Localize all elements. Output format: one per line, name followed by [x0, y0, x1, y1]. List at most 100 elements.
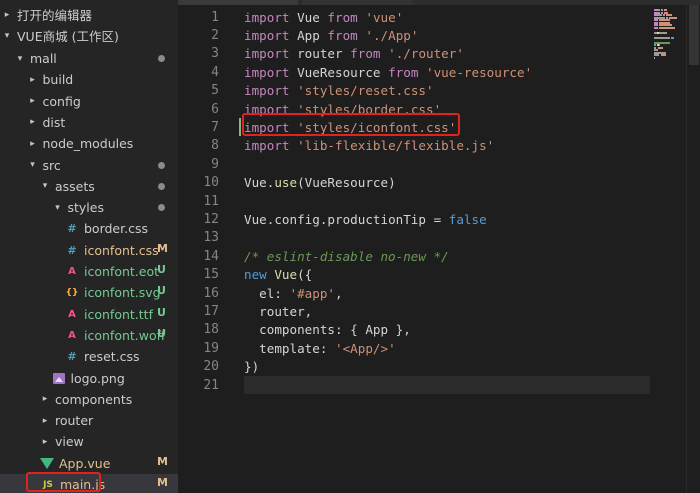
- code-text: import Vue from 'vue': [244, 10, 403, 25]
- tree-item-dist[interactable]: ▸ dist: [0, 112, 178, 133]
- code-token: ,: [335, 285, 343, 301]
- vertical-scrollbar[interactable]: [686, 5, 700, 493]
- tree-item-iconfont-eot[interactable]: Aiconfont.eot U: [0, 261, 178, 282]
- minimap-token: [671, 36, 674, 39]
- code-line[interactable]: 9: [178, 155, 650, 173]
- code-token: false: [448, 212, 487, 228]
- code-text: }): [244, 359, 259, 374]
- chevron-down-icon: ▾: [42, 181, 48, 192]
- code-line[interactable]: 16 el: '#app',: [178, 284, 650, 302]
- code-text: import 'lib-flexible/flexible.js': [244, 138, 494, 153]
- code-token: .config.productionTip: [266, 212, 434, 228]
- line-number: 6: [211, 101, 219, 117]
- css-file-icon: #: [67, 350, 77, 364]
- code-token: from: [388, 64, 419, 80]
- code-token: components: { App },: [244, 322, 411, 338]
- tree-item-view[interactable]: ▸ view: [0, 431, 178, 452]
- code-text: components: { App },: [244, 322, 411, 337]
- code-token: template:: [244, 340, 335, 356]
- code-line[interactable]: 3 import router from './router': [178, 45, 650, 63]
- code-line[interactable]: 8 import 'lib-flexible/flexible.js': [178, 137, 650, 155]
- chevron-right-icon: ▸: [30, 117, 35, 128]
- code-token: '#app': [289, 285, 336, 301]
- code-line[interactable]: 21: [178, 376, 650, 394]
- code-line[interactable]: 15 new Vue({: [178, 266, 650, 284]
- minimap-token: [662, 46, 663, 49]
- code-line[interactable]: 4 import VueResource from 'vue-resource': [178, 63, 650, 81]
- code-editor[interactable]: 1 import Vue from 'vue' 2 import App from '…: [178, 5, 653, 493]
- code-line[interactable]: 12 Vue.config.productionTip = false: [178, 210, 650, 228]
- tree-item-src[interactable]: ▾ src: [0, 155, 178, 176]
- line-number: 2: [211, 28, 219, 44]
- code-token: from: [327, 9, 358, 25]
- workspace-section[interactable]: ▾ VUE商城 (工作区): [0, 25, 178, 46]
- tree-item-app-vue[interactable]: App.vue M: [0, 453, 178, 474]
- chevron-right-icon: ▸: [42, 436, 48, 447]
- tree-item-iconfont-woff[interactable]: Aiconfont.woff U: [0, 325, 178, 346]
- code-token: el:: [244, 285, 290, 301]
- line-number: 17: [203, 304, 219, 320]
- code-line[interactable]: 18 components: { App },: [178, 321, 650, 339]
- code-token: Vue: [289, 9, 328, 25]
- tree-item-label: components: [55, 391, 133, 407]
- tree-item-label: router: [55, 413, 94, 429]
- chevron-right-icon: ▸: [30, 74, 35, 85]
- tree-item-router[interactable]: ▸ router: [0, 410, 178, 431]
- tree-item-config[interactable]: ▸ config: [0, 91, 178, 112]
- line-number: 15: [203, 267, 219, 283]
- chevron-down-icon: ▾: [55, 202, 60, 213]
- tree-item-border-css[interactable]: # border.css: [0, 218, 178, 239]
- code-line[interactable]: 10 Vue.use(VueResource): [178, 174, 650, 192]
- code-line[interactable]: 13: [178, 229, 650, 247]
- tree-item-logo-png[interactable]: logo.png: [0, 368, 178, 389]
- minimap-token: [656, 36, 669, 39]
- tree-item-components[interactable]: ▸ components: [0, 389, 178, 410]
- code-token: new: [244, 267, 267, 283]
- chevron-right-icon: ▸: [30, 138, 35, 149]
- code-line[interactable]: 1 import Vue from 'vue': [178, 8, 650, 26]
- code-token: App: [289, 28, 328, 44]
- code-token: router: [289, 46, 351, 62]
- tree-item-build[interactable]: ▸ build: [0, 69, 178, 90]
- code-token: './router': [388, 46, 464, 62]
- css-file-icon: #: [67, 243, 77, 257]
- code-line[interactable]: 5 import 'styles/reset.css': [178, 82, 650, 100]
- tree-item-label: mall: [30, 51, 57, 66]
- line-number: 11: [203, 193, 219, 209]
- font-file-icon: A: [68, 329, 76, 341]
- tree-item-assets[interactable]: ▾ assets: [0, 176, 178, 197]
- tree-item-iconfont-ttf[interactable]: Aiconfont.ttf U: [0, 304, 178, 325]
- css-file-icon: #: [67, 222, 77, 236]
- minimap-token: [659, 31, 667, 34]
- tree-item-label: config: [42, 93, 81, 109]
- code-token: from: [350, 46, 381, 62]
- code-line[interactable]: 17 router,: [178, 302, 650, 320]
- code-token: import: [244, 9, 290, 25]
- git-modified-dot-icon: [158, 182, 165, 190]
- tree-item-mall[interactable]: ▾ mall: [0, 48, 178, 69]
- tree-item-label: iconfont.ttf: [84, 306, 153, 322]
- tree-item-label: reset.css: [84, 349, 140, 365]
- scrollbar-thumb[interactable]: [689, 5, 699, 65]
- code-line[interactable]: 20}): [178, 358, 650, 376]
- tree-item-iconfont-svg[interactable]: {} iconfont.svg U: [0, 282, 178, 303]
- code-line[interactable]: 2 import App from './App': [178, 26, 650, 44]
- code-line[interactable]: 19 template: '<App/>': [178, 339, 650, 357]
- code-token: 'lib-flexible/flexible.js': [297, 138, 495, 154]
- tree-item-iconfont-css[interactable]: # iconfont.css M: [0, 240, 178, 261]
- code-text: /* eslint-disable no-new */: [244, 249, 449, 264]
- tree-item-node-modules[interactable]: ▸ node_modules: [0, 133, 178, 154]
- code-line[interactable]: 11: [178, 192, 650, 210]
- code-line[interactable]: 14 /* eslint-disable no-new */: [178, 247, 650, 265]
- line-number: 5: [211, 83, 219, 99]
- chevron-down-icon: ▾: [4, 30, 10, 41]
- code-token: router,: [244, 304, 313, 320]
- tree-item-styles[interactable]: ▾ styles: [0, 197, 178, 218]
- open-editors-section[interactable]: ▸ 打开的编辑器: [0, 4, 178, 25]
- explorer-sidebar: ▸ 打开的编辑器 ▾ VUE商城 (工作区) ▾ mall ▸ build ▸ confi…: [0, 0, 178, 493]
- tree-item-reset-css[interactable]: # reset.css: [0, 346, 178, 367]
- minimap[interactable]: [650, 5, 686, 493]
- tree-item-label: iconfont.svg: [84, 285, 161, 301]
- tree-item-label: dist: [42, 114, 66, 130]
